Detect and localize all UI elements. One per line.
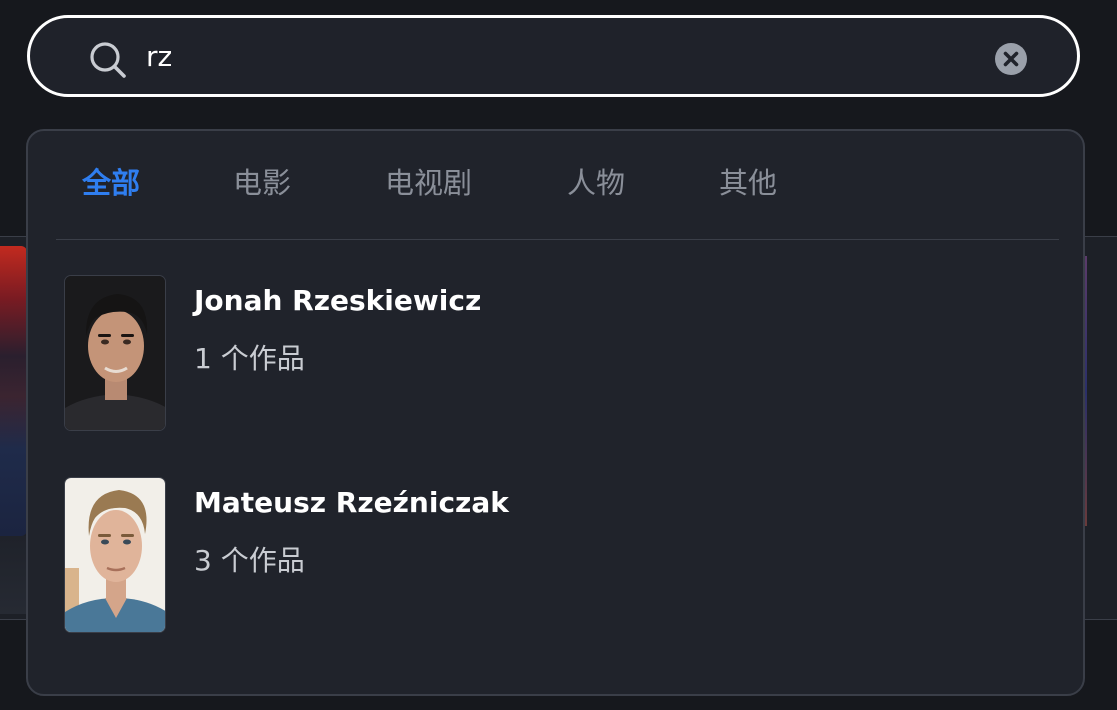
avatar — [64, 477, 166, 633]
search-results-dropdown: 全部 电影 电视剧 人物 其他 Jonah Rzeskiewicz 1 个作品 … — [26, 129, 1085, 696]
result-works-count: 1 个作品 — [194, 342, 305, 375]
result-name: Jonah Rzeskiewicz — [194, 284, 482, 317]
search-bar[interactable] — [27, 15, 1080, 97]
clear-icon[interactable] — [994, 42, 1028, 76]
result-name: Mateusz Rzeźniczak — [194, 486, 509, 519]
result-works-count: 3 个作品 — [194, 544, 305, 577]
tab-people[interactable]: 人物 — [567, 165, 625, 201]
tab-other[interactable]: 其他 — [719, 165, 777, 201]
tab-movies[interactable]: 电影 — [233, 165, 291, 201]
background-poster-left — [0, 246, 27, 536]
tabs-divider — [56, 239, 1059, 240]
avatar — [64, 275, 166, 431]
tab-tv-series[interactable]: 电视剧 — [385, 165, 472, 201]
tab-all[interactable]: 全部 — [82, 165, 140, 201]
result-item[interactable]: Jonah Rzeskiewicz 1 个作品 — [64, 275, 1054, 433]
search-input[interactable] — [146, 36, 966, 78]
category-tabs: 全部 电影 电视剧 人物 其他 — [28, 131, 1083, 239]
search-icon — [88, 40, 128, 80]
background-poster-left-footer — [0, 536, 27, 614]
result-item[interactable]: Mateusz Rzeźniczak 3 个作品 — [64, 477, 1054, 635]
